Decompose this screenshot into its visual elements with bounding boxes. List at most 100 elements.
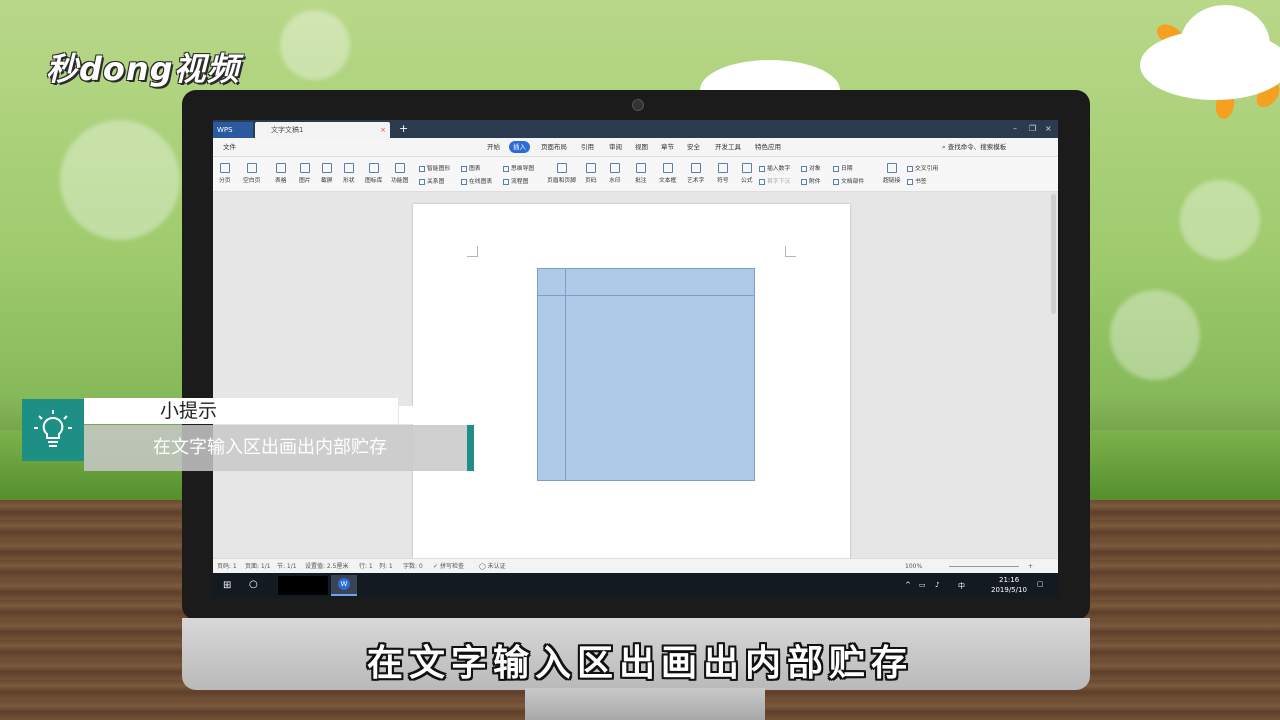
bokeh-light — [1180, 180, 1260, 260]
minimize-icon[interactable]: – — [1013, 120, 1017, 138]
menu-kaifagongju[interactable]: 开发工具 — [711, 141, 745, 153]
ribbon-guanxitu[interactable]: 关系图 — [419, 176, 444, 185]
image-icon — [299, 163, 310, 173]
ribbon-label: 插入数字 — [767, 166, 791, 172]
ribbon-fuhao[interactable]: 符号 — [717, 163, 729, 184]
zoom-slider[interactable] — [949, 566, 1019, 567]
tip-decoration — [399, 406, 423, 424]
taskbar-wps-app[interactable]: W — [331, 575, 357, 596]
ribbon-siweidaotu[interactable]: 思维导图 — [503, 163, 534, 172]
ribbon-wendangbujian[interactable]: 文档部件 — [833, 176, 864, 185]
hyperlink-icon — [886, 163, 897, 173]
ribbon-charushuzi[interactable]: 插入数字 — [759, 163, 790, 172]
ribbon-chaolianjie[interactable]: 超链接 — [883, 163, 900, 184]
ribbon-fujian[interactable]: 附件 — [801, 176, 821, 185]
menu-anquan[interactable]: 安全 — [683, 141, 704, 153]
ribbon-tubiao[interactable]: 图表 — [461, 163, 481, 172]
ribbon-shuiyin[interactable]: 水印 — [609, 163, 621, 184]
ribbon-liuchengtu[interactable]: 流程图 — [503, 176, 528, 185]
ribbon-shouzixiachen[interactable]: 首字下沉 — [759, 176, 790, 185]
status-words: 字数: 0 — [403, 563, 423, 570]
ribbon-kongbaiye[interactable]: 空白页 — [243, 163, 260, 184]
ribbon-label: 页码 — [585, 178, 597, 184]
ribbon-jiaochayinyong[interactable]: 交叉引用 — [907, 163, 938, 172]
menu-charu[interactable]: 插入 — [509, 141, 530, 153]
cloud — [1180, 5, 1270, 85]
brand-logo: 秒dong视频 — [46, 50, 240, 88]
windows-start-icon[interactable]: ⊞ — [223, 580, 231, 591]
vertical-scrollbar[interactable] — [1051, 194, 1056, 314]
spellcheck-label: 拼写检查 — [439, 563, 464, 570]
notification-icon[interactable]: ▢ — [1037, 580, 1044, 588]
ribbon-gongshi[interactable]: 公式 — [741, 163, 753, 184]
ribbon-label: 图标库 — [365, 178, 383, 184]
ribbon-shuqian[interactable]: 书签 — [907, 176, 927, 185]
volume-icon[interactable]: ♪ — [935, 581, 939, 589]
ribbon-label: 符号 — [717, 178, 729, 184]
menu-shitu[interactable]: 视图 — [631, 141, 652, 153]
blank-page-icon — [246, 163, 257, 173]
menu-file[interactable]: 文件 — [219, 141, 240, 153]
ime-indicator[interactable]: 中 — [958, 581, 965, 591]
tab-document-label: 文字文稿1 — [271, 126, 304, 134]
ribbon-label: 文档部件 — [841, 179, 865, 185]
spellcheck-toggle[interactable]: ✓ 拼写检查 — [433, 559, 464, 574]
ribbon-yemeiheyejiao[interactable]: 页眉和页脚 — [547, 163, 576, 184]
ribbon-biaoge[interactable]: 表格 — [275, 163, 287, 184]
ribbon-tubiaoku[interactable]: 图标库 — [365, 163, 382, 184]
ribbon-label: 交叉引用 — [915, 166, 939, 172]
ribbon-zhinengtuxing[interactable]: 智能图形 — [419, 163, 450, 172]
cortana-icon[interactable]: ○ — [249, 579, 258, 590]
ribbon-wenbenkuang[interactable]: 文本框 — [659, 163, 676, 184]
pi-icon — [741, 163, 752, 173]
zoom-level[interactable]: 100% — [905, 559, 922, 574]
search-command[interactable]: ⌕ 查找命令、搜索模板 — [938, 141, 1010, 153]
drop-cap-icon — [759, 178, 765, 185]
ribbon-label: 书签 — [915, 179, 927, 185]
menu-teseyingyong[interactable]: 特色应用 — [751, 141, 785, 153]
menu-yinyong[interactable]: 引用 — [577, 141, 598, 153]
new-tab-icon[interactable]: + — [399, 120, 408, 138]
ribbon-yema[interactable]: 页码 — [585, 163, 597, 184]
restore-icon[interactable]: ❐ — [1029, 120, 1036, 138]
cert-status[interactable]: ◯ 未认证 — [479, 559, 506, 574]
status-pages: 页面: 1/1 — [245, 563, 271, 570]
inner-horizontal-line — [538, 295, 754, 296]
ribbon-label: 关系图 — [427, 179, 445, 185]
ribbon-toolbar: 分页 空白页 表格 图片 截屏 形状 图标库 功能图 智能图形 关系图 图表 在… — [213, 157, 1058, 192]
tab-document[interactable]: 文字文稿1 × — [255, 122, 390, 138]
ribbon-duixiang[interactable]: 对象 — [801, 163, 821, 172]
close-window-icon[interactable]: × — [1045, 120, 1052, 138]
document-page[interactable] — [413, 204, 850, 564]
ribbon-pizhu[interactable]: 批注 — [635, 163, 647, 184]
menu-kaishi[interactable]: 开始 — [483, 141, 504, 153]
ribbon-label: 首字下沉 — [767, 179, 791, 185]
menu-zhangjie[interactable]: 章节 — [657, 141, 678, 153]
tab-wps-home[interactable]: WPS — [213, 122, 253, 138]
taskbar-search-box[interactable] — [278, 576, 328, 595]
ribbon-label: 智能图形 — [427, 166, 451, 172]
icon-library-icon — [368, 163, 379, 173]
menu-yemianbuju[interactable]: 页面布局 — [537, 141, 571, 153]
ribbon-gongnengtu[interactable]: 功能图 — [391, 163, 408, 184]
close-icon[interactable]: × — [380, 122, 386, 138]
ribbon-riqi[interactable]: 日期 — [833, 163, 853, 172]
ribbon-fenye[interactable]: 分页 — [219, 163, 231, 184]
ribbon-label: 截屏 — [321, 178, 333, 184]
network-icon[interactable]: ▭ — [919, 581, 926, 589]
ribbon-label: 页眉和页脚 — [547, 178, 576, 184]
table-icon — [275, 163, 286, 173]
wps-app-icon: W — [338, 578, 350, 590]
drawing-canvas-shape[interactable] — [537, 268, 755, 481]
ribbon-yishuzi[interactable]: 艺术字 — [687, 163, 704, 184]
ribbon-jieping[interactable]: 截屏 — [321, 163, 333, 184]
object-icon — [801, 165, 807, 172]
tray-chevron-icon[interactable]: ^ — [905, 581, 911, 589]
menu-shenyue[interactable]: 审阅 — [605, 141, 626, 153]
ribbon-xingzhuang[interactable]: 形状 — [343, 163, 355, 184]
clock-time: 21:16 — [999, 576, 1020, 584]
ribbon-zaixiantubiao[interactable]: 在线图表 — [461, 176, 492, 185]
ribbon-tupian[interactable]: 图片 — [299, 163, 311, 184]
ribbon-label: 附件 — [809, 179, 821, 185]
zoom-in-icon[interactable]: + — [1028, 559, 1033, 574]
